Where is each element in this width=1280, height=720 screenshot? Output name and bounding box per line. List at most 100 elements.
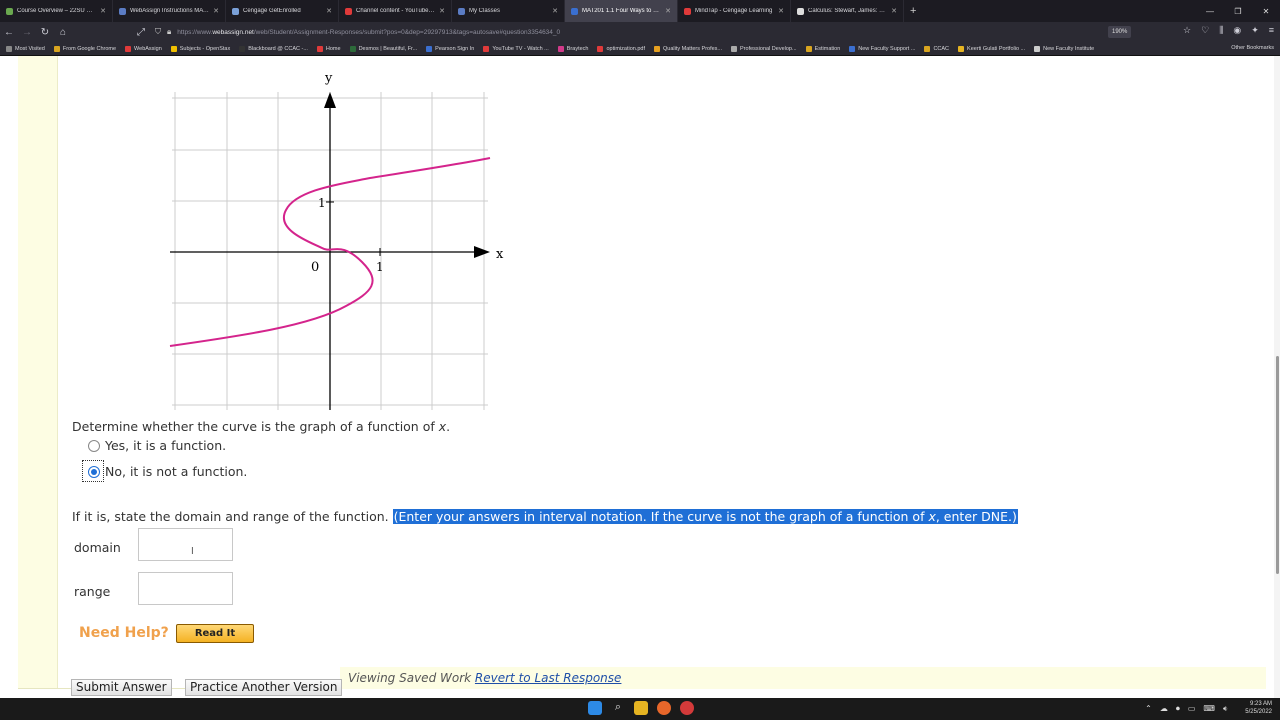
bookmark-label[interactable]: Pearson Sign In	[435, 46, 474, 52]
bookmark-label[interactable]: New Faculty Support ...	[858, 46, 915, 52]
tab-close-icon[interactable]: ✕	[100, 7, 106, 15]
bookmark-item[interactable]: YouTube TV - Watch ...	[483, 45, 549, 52]
submit-answer-button[interactable]: Submit Answer	[71, 679, 172, 696]
bookmark-label[interactable]: New Faculty Institute	[1043, 46, 1094, 52]
url-bar[interactable]: ⛉ 🔒︎ https://www. webassign.net/web/Stude…	[155, 25, 1095, 39]
bookmark-item[interactable]: Pearson Sign In	[426, 45, 474, 52]
option-yes-label[interactable]: Yes, it is a function.	[105, 438, 226, 453]
revert-link[interactable]: Revert to Last Response	[475, 671, 622, 685]
tab-label[interactable]: Channel content - YouTube St...	[356, 8, 435, 14]
option-no[interactable]: No, it is not a function.	[88, 464, 247, 479]
maximize-icon[interactable]: ❐	[1224, 7, 1252, 16]
bookmark-item[interactable]: Quality Matters Profes...	[654, 45, 722, 52]
option-no-label[interactable]: No, it is not a function.	[105, 464, 247, 479]
option-yes[interactable]: Yes, it is a function.	[88, 438, 226, 453]
bookmark-label[interactable]: Desmos | Beautiful, Fr...	[359, 46, 418, 52]
browser-tab[interactable]: WebAssign Instructions MAT20... ✕	[113, 0, 226, 22]
tab-label[interactable]: Cengage GetEnrolled	[243, 8, 322, 14]
bookmark-item[interactable]: optimization.pdf	[597, 45, 645, 52]
home-icon[interactable]: ⌂	[54, 27, 72, 38]
reload-icon[interactable]: ↻	[36, 27, 54, 38]
screen-recorder-icon[interactable]	[680, 701, 694, 715]
tab-close-icon[interactable]: ✕	[891, 7, 897, 15]
tab-label[interactable]: MAT201 1.1 Four Ways to Repr...	[582, 8, 661, 14]
tab-label[interactable]: My Classes	[469, 8, 548, 14]
tab-close-icon[interactable]: ✕	[213, 7, 219, 15]
browser-tab[interactable]: Calculus: Stewart, James: 978... ✕	[791, 0, 904, 22]
menu-icon[interactable]: ≡	[1269, 25, 1274, 36]
bookmark-label[interactable]: Quality Matters Profes...	[663, 46, 722, 52]
account-icon[interactable]: ◉	[1233, 25, 1241, 36]
volume-icon[interactable]: 🔉︎	[1223, 704, 1228, 714]
lock-icon[interactable]: 🔒︎	[167, 27, 171, 37]
browser-tab[interactable]: Channel content - YouTube St... ✕	[339, 0, 452, 22]
browser-tab[interactable]: MAT201 1.1 Four Ways to Repr... ✕	[565, 0, 678, 22]
bookmark-item[interactable]: New Faculty Support ...	[849, 45, 915, 52]
forward-icon[interactable]: →	[18, 27, 36, 38]
microphone-icon[interactable]: ⏺	[1176, 704, 1180, 714]
minimize-icon[interactable]: —	[1196, 7, 1224, 16]
read-it-button[interactable]: Read It	[176, 624, 254, 643]
bookmark-label[interactable]: Estimation	[815, 46, 841, 52]
extension-icon[interactable]: ✦	[1251, 25, 1259, 36]
windows-start-icon[interactable]	[588, 701, 602, 715]
firefox-icon[interactable]	[657, 701, 671, 715]
bookmark-label[interactable]: Keerti Gulati Portfolio ...	[967, 46, 1025, 52]
bookmark-item[interactable]: Estimation	[805, 45, 841, 52]
display-icon[interactable]: ▭	[1188, 704, 1196, 714]
bookmark-label[interactable]: Subjects - OpenStax	[180, 46, 230, 52]
tab-label[interactable]: MindTap - Cengage Learning	[695, 8, 774, 14]
tab-label[interactable]: Course Overview – 22SU Calcul...	[17, 8, 96, 14]
browser-tab[interactable]: Cengage GetEnrolled ✕	[226, 0, 339, 22]
browser-tab[interactable]: My Classes ✕	[452, 0, 565, 22]
other-bookmarks[interactable]: Other Bookmarks	[1231, 45, 1274, 51]
radio-no[interactable]	[88, 465, 100, 478]
scrollbar-thumb[interactable]	[1276, 356, 1279, 574]
bookmark-label[interactable]: Braytech	[567, 46, 589, 52]
close-window-icon[interactable]: ✕	[1252, 7, 1280, 16]
bookmark-item[interactable]: Keerti Gulati Portfolio ...	[958, 45, 1025, 52]
tab-label[interactable]: Calculus: Stewart, James: 978...	[808, 8, 887, 14]
page-scrollbar[interactable]	[1274, 56, 1280, 698]
bookmark-item[interactable]: From Google Chrome	[53, 45, 116, 52]
radio-yes[interactable]	[88, 439, 100, 452]
practice-another-version-button[interactable]: Practice Another Version	[185, 679, 343, 696]
network-icon[interactable]: ⌨	[1203, 704, 1215, 714]
bookmark-label[interactable]: From Google Chrome	[63, 46, 116, 52]
tab-close-icon[interactable]: ✕	[778, 7, 784, 15]
cloud-icon[interactable]: ☁	[1160, 704, 1168, 714]
tab-close-icon[interactable]: ✕	[552, 7, 558, 15]
tab-close-icon[interactable]: ✕	[439, 7, 445, 15]
file-explorer-icon[interactable]	[634, 701, 648, 715]
bookmark-item[interactable]: Subjects - OpenStax	[170, 45, 230, 52]
browser-tab[interactable]: Course Overview – 22SU Calcul... ✕	[0, 0, 113, 22]
bookmark-item[interactable]: New Faculty Institute	[1034, 45, 1094, 52]
domain-input[interactable]	[138, 528, 233, 561]
bookmark-label[interactable]: optimization.pdf	[606, 46, 645, 52]
tray-chevron-icon[interactable]: ⌃	[1145, 704, 1152, 714]
search-icon[interactable]: ⌕	[611, 701, 625, 715]
bookmark-label[interactable]: CCAC	[933, 46, 949, 52]
bookmark-item[interactable]: Blackboard @ CCAC -...	[239, 45, 308, 52]
bookmark-item[interactable]: CCAC	[924, 45, 949, 52]
bookmark-item[interactable]: Professional Develop...	[731, 45, 797, 52]
bookmark-item[interactable]: Desmos | Beautiful, Fr...	[349, 45, 418, 52]
pocket-icon[interactable]: ♡	[1201, 25, 1209, 36]
bookmark-item[interactable]: Braytech	[557, 45, 589, 52]
expand-icon[interactable]: ⤢	[132, 27, 150, 38]
new-tab-icon[interactable]: +	[904, 5, 922, 17]
clock[interactable]: 9:23 AM 5/25/2022	[1245, 700, 1272, 716]
shield-icon[interactable]: ⛉	[155, 27, 161, 37]
bookmark-label[interactable]: Blackboard @ CCAC -...	[248, 46, 308, 52]
bookmark-label[interactable]: Home	[326, 46, 341, 52]
bookmark-item[interactable]: Home	[316, 45, 341, 52]
bookmark-label[interactable]: Most Visited	[15, 46, 45, 52]
tab-close-icon[interactable]: ✕	[326, 7, 332, 15]
tab-label[interactable]: WebAssign Instructions MAT20...	[130, 8, 209, 14]
browser-tab[interactable]: MindTap - Cengage Learning ✕	[678, 0, 791, 22]
star-icon[interactable]: ☆	[1183, 25, 1191, 36]
bookmark-label[interactable]: Professional Develop...	[740, 46, 797, 52]
tab-close-icon[interactable]: ✕	[665, 7, 671, 15]
zoom-level[interactable]: 190%	[1108, 26, 1132, 38]
bookmark-item[interactable]: WebAssign	[125, 45, 162, 52]
